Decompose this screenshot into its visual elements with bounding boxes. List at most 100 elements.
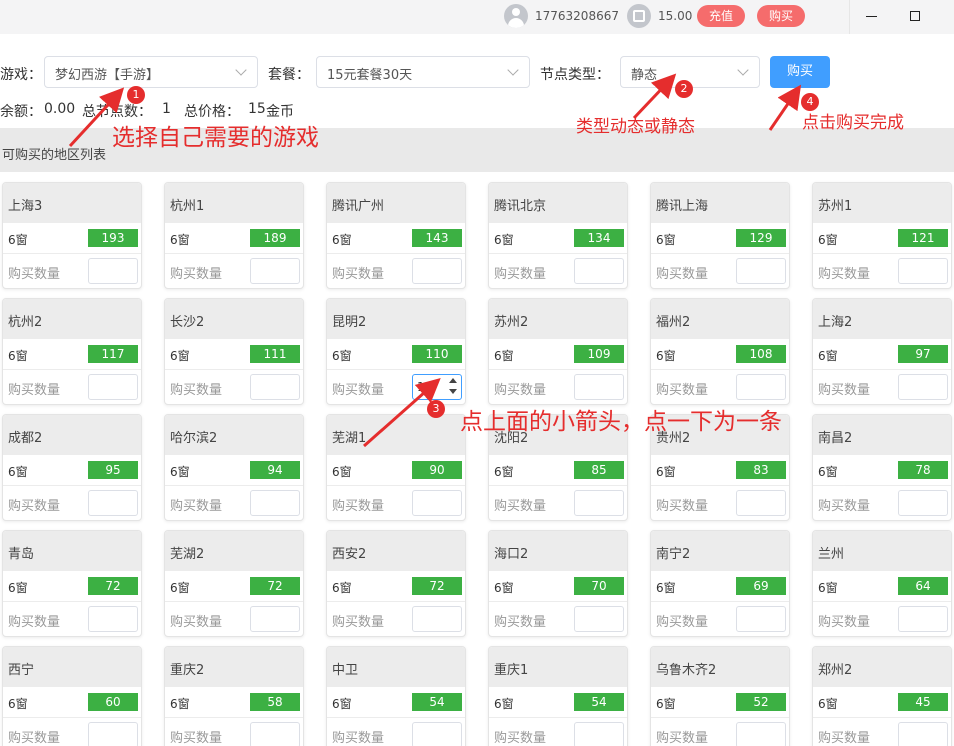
region-card: 长沙2 6窗 111 购买数量 — [164, 298, 304, 405]
region-capacity-row: 6窗 109 — [489, 339, 627, 370]
quantity-stepper[interactable] — [898, 490, 948, 516]
region-quantity-row: 购买数量 — [327, 254, 465, 288]
region-card-header: 腾讯广州 — [327, 183, 465, 223]
quantity-stepper[interactable] — [736, 374, 786, 400]
quantity-label: 购买数量 — [818, 615, 871, 630]
spinner-arrows[interactable] — [447, 377, 459, 397]
quantity-label: 购买数量 — [656, 383, 709, 398]
quantity-stepper[interactable] — [250, 374, 300, 400]
available-count-badge: 52 — [736, 693, 786, 711]
quantity-stepper[interactable] — [736, 722, 786, 746]
quantity-stepper[interactable] — [574, 490, 624, 516]
quantity-stepper[interactable] — [250, 490, 300, 516]
available-count-badge: 45 — [898, 693, 948, 711]
region-capacity-row: 6窗 85 — [489, 455, 627, 486]
region-name: 上海3 — [8, 199, 43, 214]
quantity-stepper[interactable] — [898, 606, 948, 632]
available-count-badge: 58 — [250, 693, 300, 711]
increment-arrow-icon[interactable] — [449, 378, 457, 383]
available-count-badge: 121 — [898, 229, 948, 247]
quantity-stepper[interactable] — [412, 722, 462, 746]
region-capacity-row: 6窗 58 — [165, 687, 303, 718]
quantity-stepper[interactable] — [736, 490, 786, 516]
available-count-badge: 72 — [412, 577, 462, 595]
region-card: 上海3 6窗 193 购买数量 — [2, 182, 142, 289]
region-card: 沈阳2 6窗 85 购买数量 — [488, 414, 628, 521]
region-card: 上海2 6窗 97 购买数量 — [812, 298, 952, 405]
region-card-header: 昆明2 — [327, 299, 465, 339]
region-quantity-row: 购买数量 — [651, 486, 789, 520]
region-card: 芜湖1 6窗 90 购买数量 — [326, 414, 466, 521]
region-capacity-row: 6窗 95 — [3, 455, 141, 486]
quantity-label: 购买数量 — [8, 383, 61, 398]
quantity-stepper[interactable] — [574, 258, 624, 284]
quantity-stepper[interactable] — [574, 606, 624, 632]
window-count-label: 6窗 — [170, 233, 190, 247]
available-count-badge: 60 — [88, 693, 138, 711]
decrement-arrow-icon[interactable] — [449, 389, 457, 394]
available-count-badge: 134 — [574, 229, 624, 247]
region-quantity-row: 购买数量 — [3, 254, 141, 288]
quantity-stepper[interactable] — [898, 258, 948, 284]
region-name: 上海2 — [818, 315, 853, 330]
region-card: 重庆1 6窗 54 购买数量 — [488, 646, 628, 746]
region-card: 乌鲁木齐2 6窗 52 购买数量 — [650, 646, 790, 746]
window-count-label: 6窗 — [818, 697, 838, 711]
quantity-stepper[interactable] — [412, 490, 462, 516]
available-count-badge: 69 — [736, 577, 786, 595]
available-count-badge: 117 — [88, 345, 138, 363]
quantity-label: 购买数量 — [818, 267, 871, 282]
quantity-stepper[interactable] — [898, 722, 948, 746]
quantity-stepper[interactable] — [250, 258, 300, 284]
region-card-header: 南昌2 — [813, 415, 951, 455]
quantity-stepper[interactable] — [574, 722, 624, 746]
region-card: 贵州2 6窗 83 购买数量 — [650, 414, 790, 521]
quantity-stepper[interactable] — [736, 606, 786, 632]
quantity-label: 购买数量 — [494, 731, 547, 746]
region-card-header: 苏州1 — [813, 183, 951, 223]
region-name: 海口2 — [494, 547, 529, 562]
region-card: 苏州2 6窗 109 购买数量 — [488, 298, 628, 405]
quantity-label: 购买数量 — [170, 267, 223, 282]
window-count-label: 6窗 — [8, 581, 28, 595]
region-name: 沈阳2 — [494, 431, 529, 446]
quantity-stepper[interactable] — [412, 606, 462, 632]
quantity-stepper[interactable] — [574, 374, 624, 400]
region-quantity-row: 购买数量 — [651, 254, 789, 288]
region-capacity-row: 6窗 54 — [489, 687, 627, 718]
region-capacity-row: 6窗 143 — [327, 223, 465, 254]
quantity-stepper[interactable] — [88, 606, 138, 632]
region-card-header: 兰州 — [813, 531, 951, 571]
region-name: 杭州1 — [170, 199, 205, 214]
region-card: 青岛 6窗 72 购买数量 — [2, 530, 142, 637]
region-name: 重庆2 — [170, 663, 205, 678]
region-card: 郑州2 6窗 45 购买数量 — [812, 646, 952, 746]
region-quantity-row: 购买数量 — [651, 718, 789, 746]
region-name: 福州2 — [656, 315, 691, 330]
quantity-label: 购买数量 — [494, 267, 547, 282]
quantity-stepper[interactable]: 1 — [412, 374, 462, 400]
region-capacity-row: 6窗 45 — [813, 687, 951, 718]
region-capacity-row: 6窗 83 — [651, 455, 789, 486]
window-count-label: 6窗 — [494, 233, 514, 247]
window-count-label: 6窗 — [494, 465, 514, 479]
available-count-badge: 54 — [412, 693, 462, 711]
window-count-label: 6窗 — [656, 233, 676, 247]
region-name: 南昌2 — [818, 431, 853, 446]
quantity-stepper[interactable] — [88, 374, 138, 400]
region-quantity-row: 购买数量 — [813, 254, 951, 288]
quantity-stepper[interactable] — [736, 258, 786, 284]
region-card: 海口2 6窗 70 购买数量 — [488, 530, 628, 637]
region-quantity-row: 购买数量 — [327, 718, 465, 746]
available-count-badge: 189 — [250, 229, 300, 247]
quantity-stepper[interactable] — [88, 258, 138, 284]
quantity-stepper[interactable] — [412, 258, 462, 284]
region-card-header: 海口2 — [489, 531, 627, 571]
available-count-badge: 97 — [898, 345, 948, 363]
quantity-stepper[interactable] — [250, 722, 300, 746]
quantity-stepper[interactable] — [250, 606, 300, 632]
quantity-stepper[interactable] — [898, 374, 948, 400]
quantity-stepper[interactable] — [88, 722, 138, 746]
quantity-stepper[interactable] — [88, 490, 138, 516]
quantity-label: 购买数量 — [170, 615, 223, 630]
